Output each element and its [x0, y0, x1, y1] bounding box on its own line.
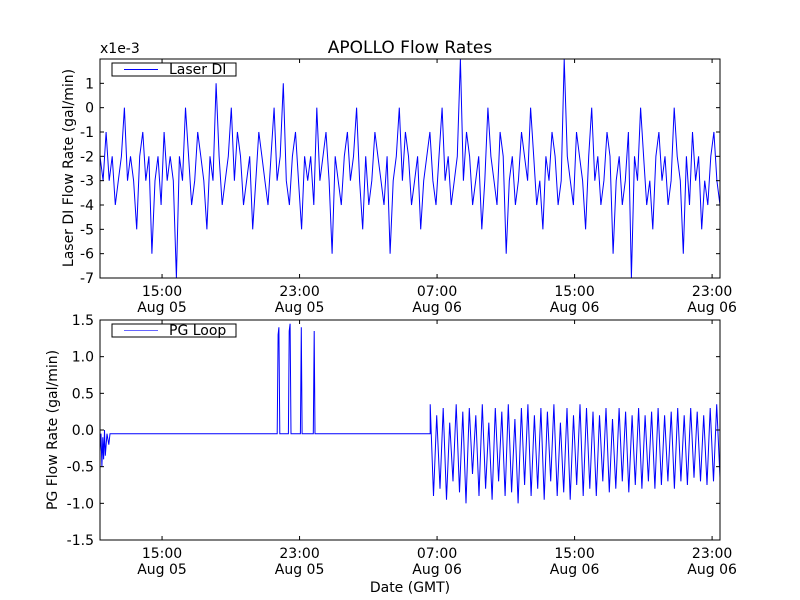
y-tick-label: -7	[80, 271, 94, 287]
x-tick-label-time: 15:00	[554, 284, 594, 300]
y-tick-label: -3	[80, 174, 94, 190]
flow-rates-figure: APOLLO Flow Rates x1e-3 Laser DI Flow Ra…	[0, 0, 800, 600]
y-tick-label: -0.5	[67, 460, 94, 476]
x-tick-label-date: Aug 05	[137, 300, 187, 316]
legend: Laser DI	[111, 62, 237, 78]
y-tick-label: -1.0	[67, 496, 94, 512]
x-tick-label-time: 15:00	[554, 546, 594, 562]
y-tick-label: 0	[85, 101, 94, 117]
x-tick-label-date: Aug 06	[412, 300, 462, 316]
x-tick-label-time: 23:00	[692, 284, 732, 300]
x-tick-label-date: Aug 06	[687, 300, 737, 316]
y-tick-label: -1.5	[67, 533, 94, 549]
y-tick-label: 1	[85, 76, 94, 92]
y-tick-label: 0.0	[72, 423, 94, 439]
x-tick-label-time: 23:00	[279, 546, 319, 562]
bottom-y-axis-label: PG Flow Rate (gal/min)	[45, 350, 61, 510]
y-tick-label: -1	[80, 125, 94, 141]
x-tick-label-date: Aug 05	[275, 300, 325, 316]
x-tick-label-date: Aug 06	[687, 562, 737, 578]
x-tick-label-time: 23:00	[692, 546, 732, 562]
y-tick-label: 0.5	[72, 386, 94, 402]
x-tick-label-date: Aug 05	[137, 562, 187, 578]
top-y-axis-label: Laser DI Flow Rate (gal/min)	[61, 69, 77, 267]
y-tick-label: -6	[80, 247, 94, 263]
y-tick-label: -5	[80, 222, 94, 238]
x-tick-label-time: 07:00	[417, 546, 457, 562]
x-tick-label-time: 23:00	[279, 284, 319, 300]
x-tick-label-time: 07:00	[417, 284, 457, 300]
chart-title: APOLLO Flow Rates	[328, 38, 493, 58]
x-tick-label-date: Aug 06	[412, 562, 462, 578]
x-tick-label-time: 15:00	[142, 546, 182, 562]
y-tick-label: 1.5	[72, 313, 94, 329]
legend-label: Laser DI	[169, 62, 226, 78]
y-tick-label: 1.0	[72, 350, 94, 366]
legend: PG Loop	[111, 323, 237, 339]
x-tick-label-date: Aug 05	[275, 562, 325, 578]
offset-label: x1e-3	[100, 41, 140, 57]
legend-label: PG Loop	[169, 323, 226, 339]
x-tick-label-time: 15:00	[142, 284, 182, 300]
x-axis-label: Date (GMT)	[370, 580, 450, 596]
y-tick-label: -4	[80, 198, 94, 214]
x-tick-label-date: Aug 06	[550, 562, 600, 578]
x-tick-label-date: Aug 06	[550, 300, 600, 316]
y-tick-label: -2	[80, 149, 94, 165]
